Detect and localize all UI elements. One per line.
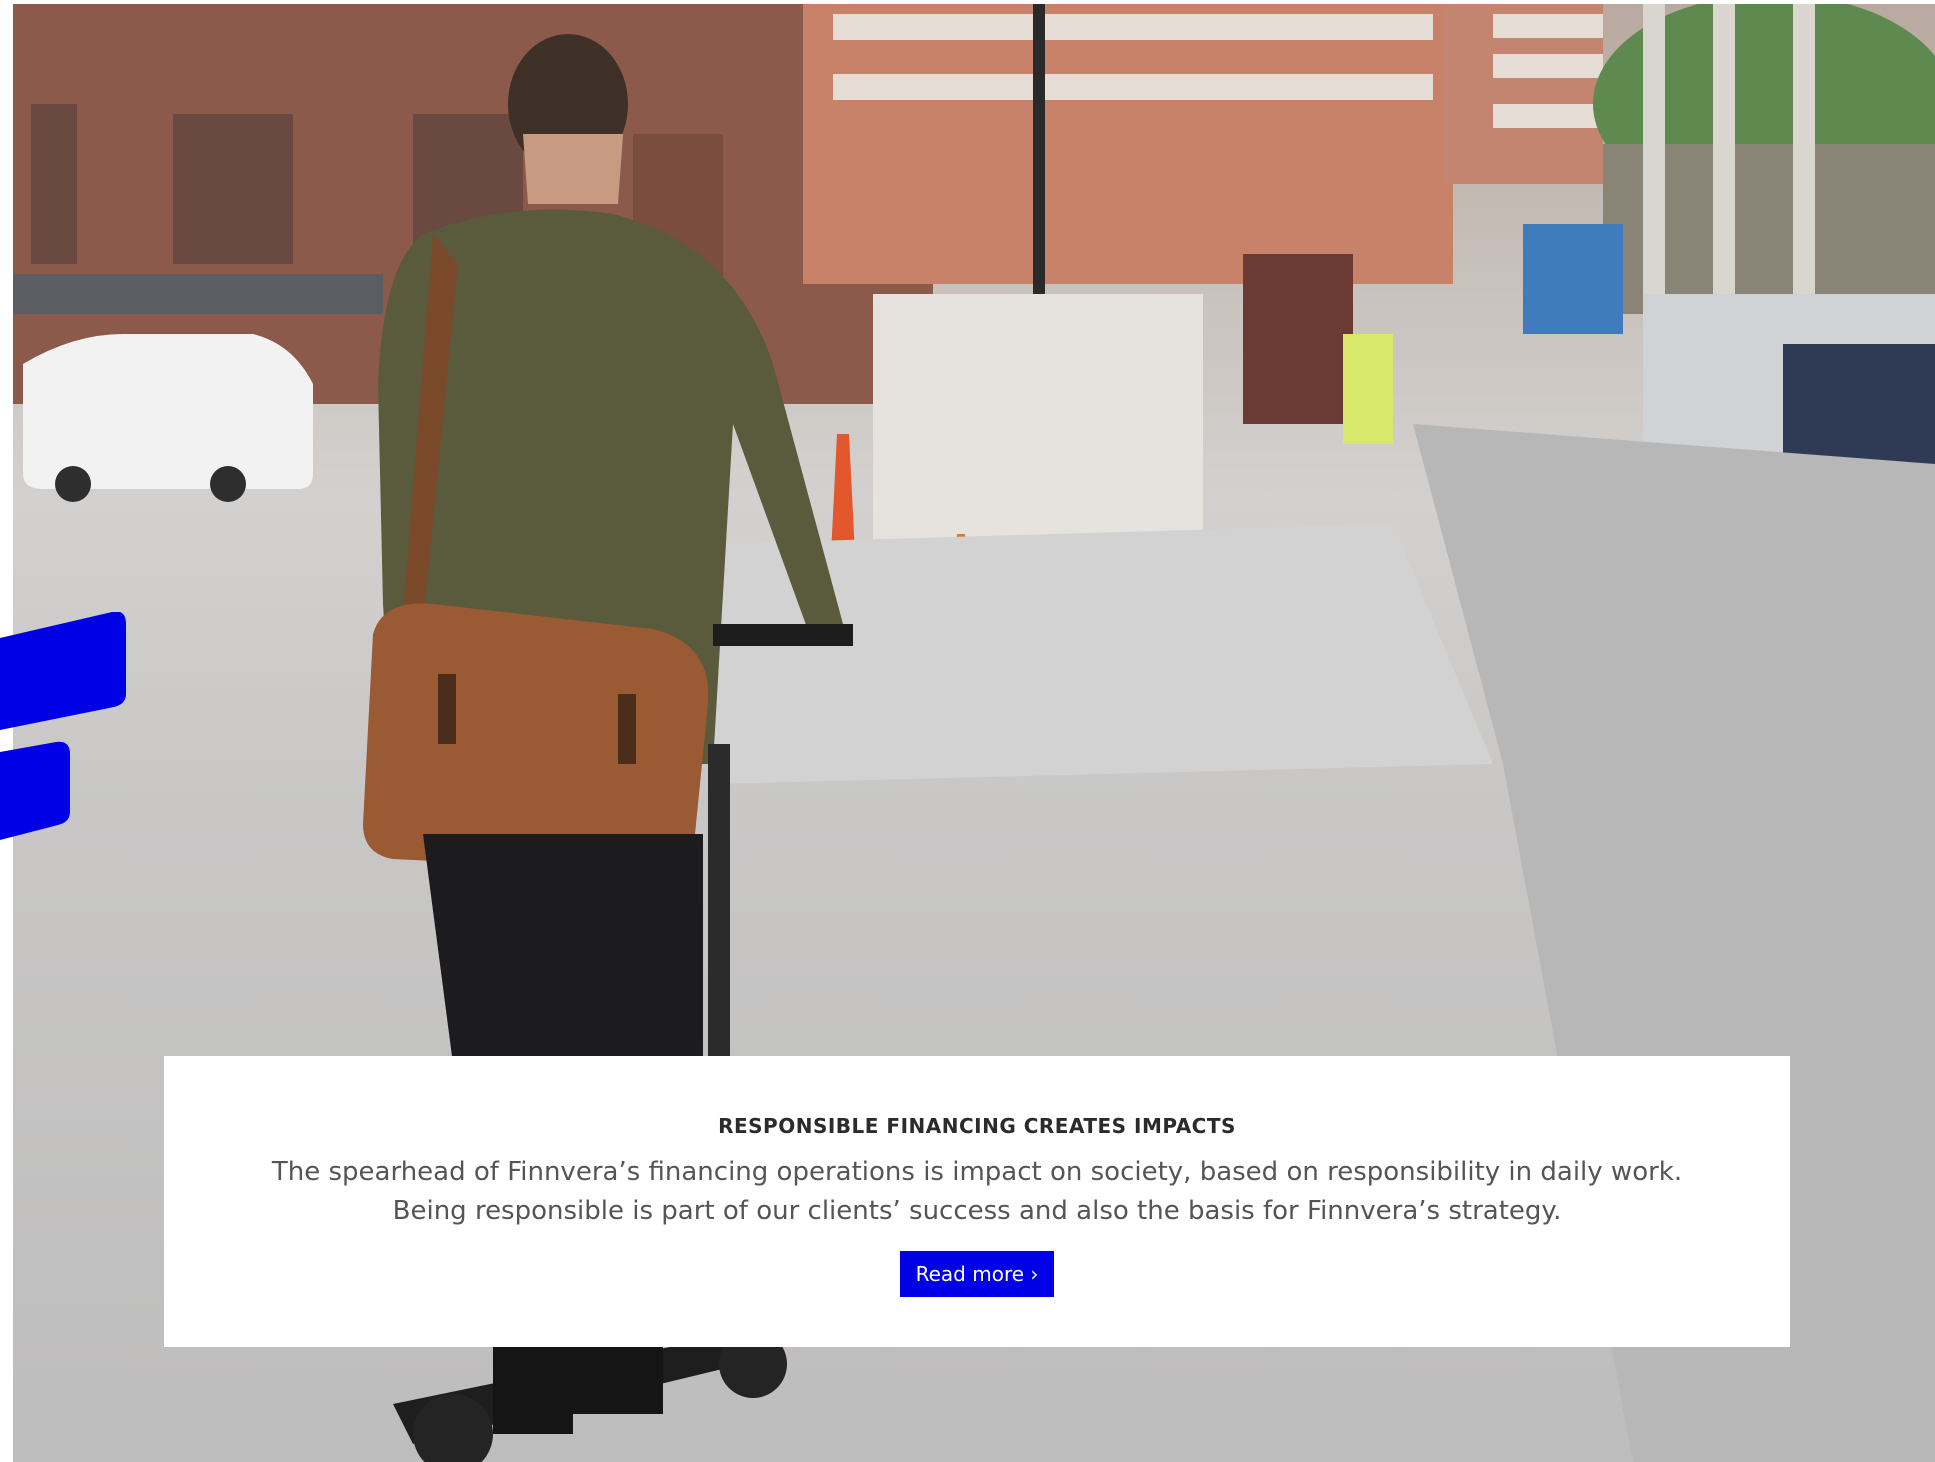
finnvera-f-logo-icon xyxy=(0,612,126,840)
scooter-handlebar xyxy=(713,624,853,646)
card-description: The spearhead of Finnvera’s financing op… xyxy=(252,1153,1702,1231)
person-boot xyxy=(493,1344,573,1434)
bag-buckle xyxy=(618,694,636,764)
window-row xyxy=(833,14,1433,40)
white-car xyxy=(23,334,313,489)
leather-bag xyxy=(363,603,709,873)
pole xyxy=(1793,4,1815,334)
page: RESPONSIBLE FINANCING CREATES IMPACTS Th… xyxy=(0,0,1935,1462)
window xyxy=(173,114,293,264)
pole xyxy=(1713,4,1735,334)
car-wheel xyxy=(55,466,91,502)
person-neck xyxy=(523,134,623,204)
window-row xyxy=(833,74,1433,100)
background-building xyxy=(803,4,1453,284)
window-row xyxy=(1493,104,1603,128)
pole xyxy=(1643,4,1665,334)
traffic-cone xyxy=(831,434,855,554)
awning xyxy=(13,274,383,314)
card-description-line-1: The spearhead of Finnvera’s financing op… xyxy=(271,1157,1683,1187)
worker xyxy=(1343,334,1393,444)
card-description-line-2: Being responsible is part of our clients… xyxy=(392,1196,1562,1226)
construction-bags xyxy=(873,294,1203,544)
scooter-stem xyxy=(708,744,730,1064)
window xyxy=(31,104,77,264)
read-more-button[interactable]: Read more › xyxy=(899,1251,1055,1297)
signboard xyxy=(1523,224,1623,334)
person-pants xyxy=(423,834,703,1064)
feature-card: RESPONSIBLE FINANCING CREATES IMPACTS Th… xyxy=(164,1056,1790,1347)
window-row xyxy=(1493,14,1603,38)
car-wheel xyxy=(210,466,246,502)
sidewalk xyxy=(713,524,1493,784)
truck xyxy=(1243,254,1353,424)
bag-buckle xyxy=(438,674,456,744)
card-title: RESPONSIBLE FINANCING CREATES IMPACTS xyxy=(718,1114,1236,1138)
window-row xyxy=(1493,54,1603,78)
